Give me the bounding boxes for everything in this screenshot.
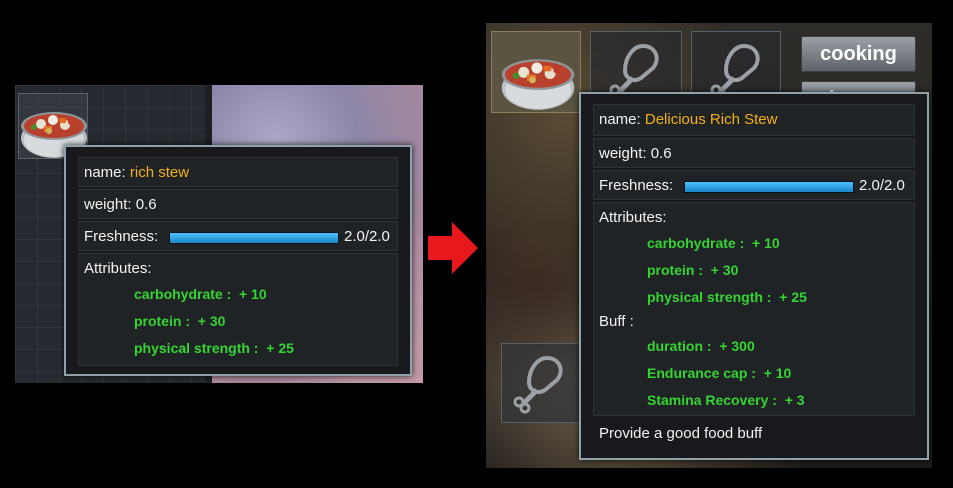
- weight-text: weight: 0.6: [599, 145, 672, 162]
- buff-item: duration : + 300: [647, 338, 755, 354]
- freshness-bar-fill: [170, 233, 338, 243]
- attributes-label: Attributes:: [84, 260, 152, 277]
- freshness-bar: [684, 181, 854, 193]
- freshness-row: Freshness: 2.0/2.0: [78, 221, 398, 251]
- name-label: name:: [599, 111, 641, 128]
- attribute-item: carbohydrate : + 10: [647, 235, 780, 251]
- buff-label: Buff :: [599, 313, 634, 330]
- buff-item: Stamina Recovery : + 3: [647, 392, 805, 408]
- left-item-tooltip: name: rich stew weight: 0.6 Freshness: 2…: [64, 145, 412, 376]
- stew-bowl-icon: [501, 59, 575, 110]
- freshness-bar-fill: [685, 182, 853, 192]
- attributes-section: Attributes: carbohydrate : + 10 protein …: [78, 253, 398, 366]
- freshness-value: 2.0/2.0: [859, 177, 905, 194]
- name-row: name: rich stew: [78, 157, 398, 187]
- drumstick-icon: [507, 350, 577, 420]
- item-description: Provide a good food buff: [599, 425, 763, 442]
- attributes-label: Attributes:: [599, 209, 667, 226]
- name-label: name:: [84, 164, 126, 181]
- right-arrow-icon: [428, 222, 478, 274]
- buff-item: Endurance cap : + 10: [647, 365, 792, 381]
- cooking-button[interactable]: cooking: [801, 36, 916, 72]
- weight-text: weight: 0.6: [84, 196, 157, 213]
- attribute-item: physical strength : + 25: [647, 289, 807, 305]
- attribute-item: protein : + 30: [134, 313, 226, 329]
- attribute-item: carbohydrate : + 10: [134, 286, 267, 302]
- attributes-section: Attributes: carbohydrate : + 10 protein …: [593, 202, 915, 416]
- weight-row: weight: 0.6: [593, 138, 915, 168]
- right-item-tooltip: name: Delicious Rich Stew weight: 0.6 Fr…: [579, 92, 929, 460]
- item-slot-selected[interactable]: [491, 31, 581, 113]
- item-name: rich stew: [129, 164, 190, 181]
- item-slot[interactable]: [501, 343, 581, 423]
- description-row: Provide a good food buff: [593, 418, 915, 450]
- freshness-bar: [169, 232, 339, 244]
- freshness-label: Freshness:: [599, 177, 674, 194]
- freshness-label: Freshness:: [84, 228, 159, 245]
- freshness-value: 2.0/2.0: [344, 228, 390, 245]
- freshness-row: Freshness: 2.0/2.0: [593, 170, 915, 200]
- name-row: name: Delicious Rich Stew: [593, 104, 915, 136]
- attribute-item: protein : + 30: [647, 262, 739, 278]
- item-name: Delicious Rich Stew: [644, 111, 778, 128]
- attribute-item: physical strength : + 25: [134, 340, 294, 356]
- weight-row: weight: 0.6: [78, 189, 398, 219]
